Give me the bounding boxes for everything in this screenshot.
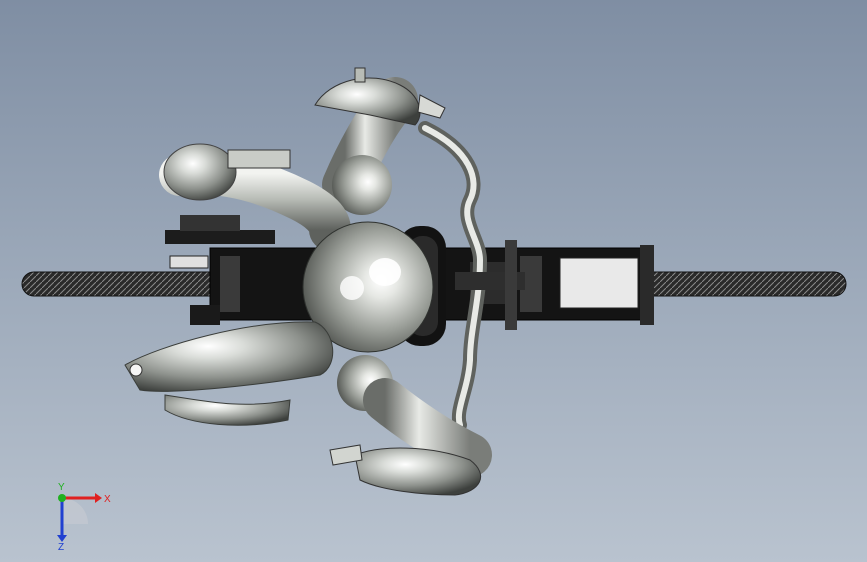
z-axis-label: Z	[58, 542, 64, 550]
y-axis-label: Y	[58, 482, 65, 493]
x-axis-arrow	[95, 493, 102, 503]
lower-arm[interactable]	[329, 355, 492, 496]
orientation-triad: X Y Z	[57, 482, 111, 550]
y-axis-dot	[58, 494, 66, 502]
x-axis-label: X	[104, 494, 111, 505]
upper-arm[interactable]	[314, 67, 446, 215]
lower-leg[interactable]	[124, 321, 334, 426]
z-axis-arrow	[57, 535, 67, 542]
model-viewport[interactable]	[0, 0, 867, 562]
